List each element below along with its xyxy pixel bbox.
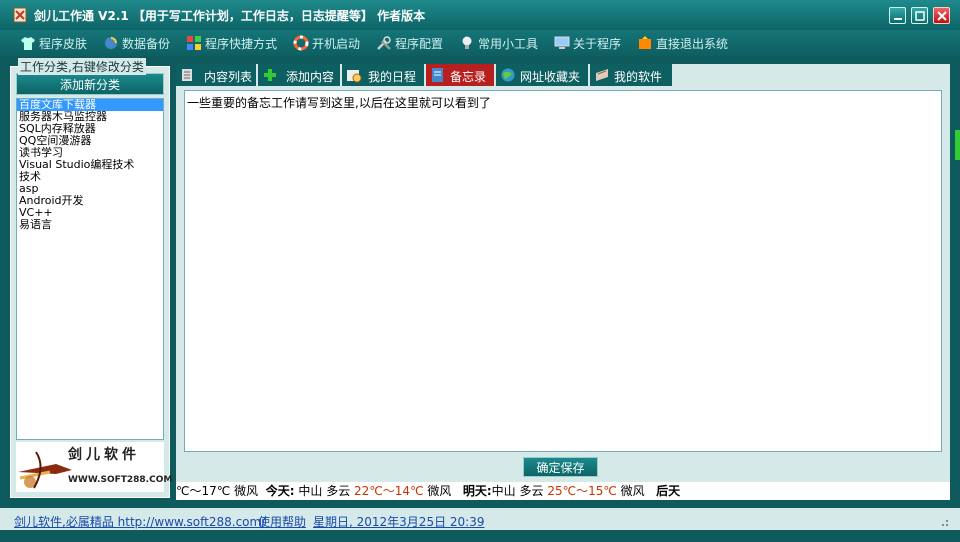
exit-icon xyxy=(639,36,651,49)
backup-icon xyxy=(105,37,117,49)
bottom-border xyxy=(0,530,960,542)
calendar-icon xyxy=(347,70,362,83)
category-item[interactable]: SQL内存释放器 xyxy=(17,123,163,135)
plus-icon xyxy=(264,69,276,81)
help-link[interactable]: 使用帮助 xyxy=(258,513,306,530)
right-edge xyxy=(950,56,960,508)
tab-schedule[interactable]: 我的日程 xyxy=(342,64,424,86)
weather-today-wind: 微风 xyxy=(427,484,452,498)
weather-today-label: 今天: xyxy=(265,484,295,498)
app-window: 剑儿工作通 V2.1 【用于写工作计划，工作日志，日志提醒等】 作者版本 程序皮… xyxy=(0,0,960,542)
list-icon xyxy=(182,69,192,81)
menu-label: 关于程序 xyxy=(573,37,622,51)
weather-today-cond: 多云 xyxy=(326,484,351,498)
menu-label: 数据备份 xyxy=(122,37,171,51)
category-item[interactable]: 服务器木马监控器 xyxy=(17,111,163,123)
shortcut-icon xyxy=(187,36,201,50)
sword-logo-icon xyxy=(18,451,72,489)
category-item[interactable]: Android开发 xyxy=(17,195,163,207)
category-item[interactable]: 易语言 xyxy=(17,219,163,231)
minimize-icon xyxy=(894,18,902,20)
tab-my-software[interactable]: 我的软件 xyxy=(590,64,672,86)
menu-label: 常用小工具 xyxy=(478,37,539,51)
bulb-icon xyxy=(462,36,472,49)
category-item[interactable]: VC++ xyxy=(17,207,163,219)
category-item[interactable]: 百度文库下载器 xyxy=(17,99,163,111)
weather-ticker: ℃～17℃ 微风 今天: 中山 多云 22℃～14℃ 微风 明天:中山 多云 2… xyxy=(176,482,950,500)
menu-label: 开机启动 xyxy=(312,37,361,51)
website-link[interactable]: 剑儿软件,必属精品 http://www.soft288.com/ xyxy=(14,513,265,530)
tab-label: 我的日程 xyxy=(368,70,417,84)
tab-add-content[interactable]: 添加内容 xyxy=(258,64,340,86)
tab-memo[interactable]: 备忘录 xyxy=(426,64,494,86)
weather-tomorrow-city: 中山 xyxy=(491,484,516,498)
tab-label: 网址收藏夹 xyxy=(520,70,581,84)
datetime-link[interactable]: 星期日, 2012年3月25日 20:39 xyxy=(313,513,484,530)
shirt-icon xyxy=(21,37,35,50)
add-category-button[interactable]: 添加新分类 xyxy=(16,73,164,95)
window-title: 剑儿工作通 V2.1 【用于写工作计划，工作日志，日志提醒等】 作者版本 xyxy=(34,9,426,23)
app-icon xyxy=(13,7,27,23)
category-item[interactable]: asp xyxy=(17,183,163,195)
tools-icon xyxy=(377,36,391,50)
weather-tomorrow-label: 明天: xyxy=(462,484,492,498)
lifebuoy-icon xyxy=(293,35,309,51)
tab-label: 我的软件 xyxy=(614,70,663,84)
maximize-button[interactable] xyxy=(911,7,928,24)
minimize-button[interactable] xyxy=(889,7,906,24)
weather-today-city: 中山 xyxy=(298,484,323,498)
status-bar: 剑儿软件,必属精品 http://www.soft288.com/ 使用帮助 星… xyxy=(0,508,960,530)
weather-prev-wind: 微风 xyxy=(234,484,259,498)
memo-icon xyxy=(432,68,443,82)
tab-label: 内容列表 xyxy=(204,70,253,84)
close-button[interactable] xyxy=(933,7,950,24)
weather-today-temp: 22℃～14℃ xyxy=(354,484,424,498)
weather-tomorrow-wind: 微风 xyxy=(620,484,645,498)
memo-textarea[interactable]: 一些重要的备忘工作请写到这里,以后在这里就可以看到了 xyxy=(184,90,942,452)
category-list[interactable]: 百度文库下载器 服务器木马监控器 SQL内存释放器 QQ空间漫游器 读书学习 Visual… xyxy=(16,98,164,440)
globe-icon xyxy=(501,68,515,82)
logo-title: 剑儿软件 xyxy=(68,447,140,463)
logo-url: WWW.SOFT288.COM xyxy=(68,475,173,485)
weather-after-label: 后天 xyxy=(656,484,681,498)
close-icon xyxy=(937,11,947,21)
monitor-icon xyxy=(554,36,570,49)
resize-grip-icon[interactable] xyxy=(938,518,948,528)
software-icon xyxy=(596,69,608,81)
weather-tomorrow-temp: 25℃～15℃ xyxy=(547,484,617,498)
tab-label: 备忘录 xyxy=(450,70,487,84)
category-item[interactable]: 读书学习 xyxy=(17,147,163,159)
title-bar[interactable]: 剑儿工作通 V2.1 【用于写工作计划，工作日志，日志提醒等】 作者版本 xyxy=(0,0,960,30)
maximize-icon xyxy=(915,11,925,21)
category-item[interactable]: 技术 xyxy=(17,171,163,183)
category-group-caption: 工作分类,右键修改分类 xyxy=(18,58,146,75)
menu-label: 程序皮肤 xyxy=(39,37,88,51)
tab-favorites[interactable]: 网址收藏夹 xyxy=(496,64,588,86)
category-item[interactable]: Visual Studio编程技术 xyxy=(17,159,163,171)
menu-label: 程序快捷方式 xyxy=(205,37,278,51)
category-item[interactable]: QQ空间漫游器 xyxy=(17,135,163,147)
save-button[interactable]: 确定保存 xyxy=(523,457,598,477)
menu-label: 程序配置 xyxy=(395,37,444,51)
side-indicator xyxy=(955,130,960,160)
menu-label: 直接退出系统 xyxy=(656,37,729,51)
tab-label: 添加内容 xyxy=(286,70,335,84)
weather-prev-temp: ℃～17℃ xyxy=(176,484,231,498)
menu-bar: 程序皮肤 数据备份 程序快捷方式 开机启动 程序配置 常用小工具 关于程序 直接… xyxy=(0,30,960,56)
logo: 剑儿软件 WWW.SOFT288.COM xyxy=(16,442,172,492)
tab-content-list[interactable]: 内容列表 xyxy=(176,64,256,86)
weather-tomorrow-cond: 多云 xyxy=(519,484,544,498)
